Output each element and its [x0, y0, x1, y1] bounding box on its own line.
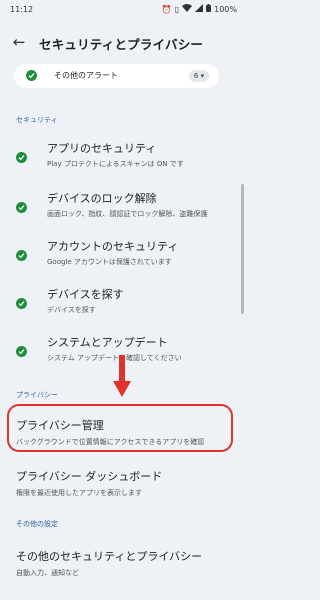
check-icon [16, 152, 27, 163]
list-item-title: その他のセキュリティとプライバシー [16, 550, 203, 563]
wifi-icon [182, 4, 193, 14]
battery-percent: 100% [214, 4, 237, 14]
arrow-down-icon [113, 355, 131, 397]
alerts-label: その他のアラート [54, 71, 118, 80]
alarm-icon: ⏰ [161, 4, 172, 14]
list-item-title: プライバシー管理 [16, 419, 104, 432]
list-item-privacy-controls[interactable]: プライバシー管理 バックグラウンドで位置情報にアクセスできるアプリを確認 [16, 417, 230, 447]
list-item-subtitle: Google アカウントは保護されています [47, 258, 172, 266]
list-item-title: デバイスのロック解除 [47, 192, 157, 205]
signal-icon [195, 4, 204, 14]
app-bar: ← セキュリティとプライバシー [0, 25, 245, 61]
list-item-subtitle: デバイスを探す [47, 306, 96, 314]
list-item-more-security-privacy[interactable]: その他のセキュリティとプライバシー 自動入力、通知など [16, 548, 230, 578]
vibrate-icon: ▯ [174, 4, 180, 14]
section-header-security: セキュリティ [16, 116, 58, 124]
list-item-title: アカウントのセキュリティ [47, 240, 179, 253]
list-item-subtitle: 権限を最近使用したアプリを表示します [16, 489, 142, 497]
battery-icon [206, 4, 212, 14]
list-item-title: システムとアップデート [47, 336, 168, 349]
list-item-title: プライバシー ダッシュボード [16, 470, 163, 483]
section-header-privacy: プライバシー [16, 391, 58, 399]
check-icon [16, 250, 27, 261]
list-item-title: デバイスを探す [47, 288, 124, 301]
section-header-other: その他の設定 [16, 520, 58, 528]
check-icon [16, 346, 27, 357]
check-icon [26, 70, 37, 81]
list-item-subtitle: バックグラウンドで位置情報にアクセスできるアプリを確認 [16, 438, 205, 446]
alerts-count-badge[interactable]: 6 ▾ [189, 70, 209, 82]
list-item-subtitle: 自動入力、通知など [16, 569, 79, 577]
check-icon [16, 298, 27, 309]
page-title: セキュリティとプライバシー [39, 37, 204, 52]
status-bar: 11:12 ⏰ ▯ 100% [0, 0, 245, 22]
status-icons: ⏰ ▯ 100% [162, 4, 237, 14]
check-icon [16, 202, 27, 213]
other-alerts-card[interactable]: その他のアラート 6 ▾ [14, 64, 219, 88]
back-arrow-icon[interactable]: ← [10, 33, 28, 51]
scrollbar[interactable] [241, 184, 244, 314]
list-item-subtitle: 画面ロック、指紋、顔認証でロック解除、盗難保護 [47, 210, 208, 218]
status-time: 11:12 [10, 5, 34, 14]
list-item-title: アプリのセキュリティ [47, 142, 157, 155]
list-item-privacy-dashboard[interactable]: プライバシー ダッシュボード 権限を最近使用したアプリを表示します [16, 468, 230, 498]
list-item-subtitle: Play プロテクトによるスキャンは ON です [47, 160, 184, 168]
